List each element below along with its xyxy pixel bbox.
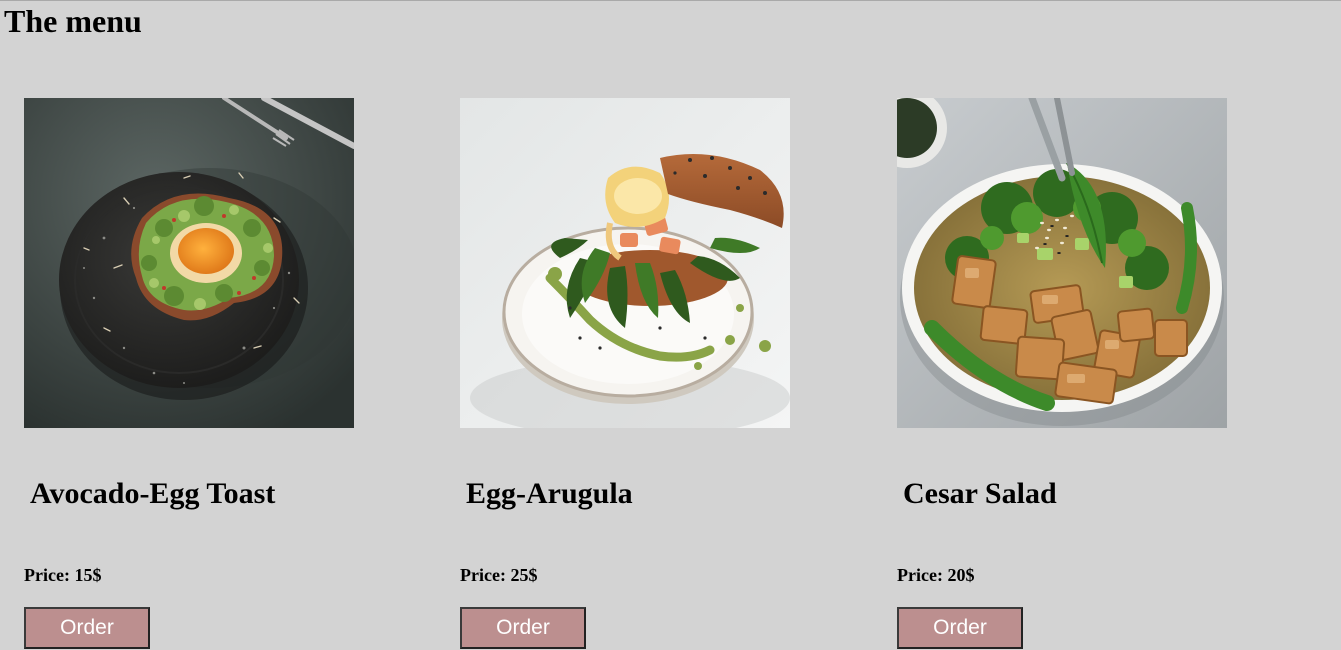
page-title: The menu: [4, 3, 142, 39]
menu-card-avocado-egg-toast: Avocado-Egg Toast Price: 15$ Order: [24, 98, 364, 650]
cesar-salad-photo: [897, 98, 1227, 428]
dish-price: Price: 15$: [24, 565, 102, 585]
order-button[interactable]: Order: [460, 607, 586, 649]
egg-arugula-photo: [460, 98, 790, 428]
menu-card-egg-arugula: Egg-Arugula Price: 25$ Order: [460, 98, 800, 650]
avocado-egg-toast-photo: [24, 98, 354, 428]
dish-name: Avocado-Egg Toast: [30, 477, 276, 510]
order-button[interactable]: Order: [897, 607, 1023, 649]
order-button[interactable]: Order: [24, 607, 150, 649]
dish-price: Price: 25$: [460, 565, 538, 585]
top-divider: [0, 0, 1341, 1]
dish-name: Egg-Arugula: [466, 477, 633, 510]
menu-card-cesar-salad: Cesar Salad Price: 20$ Order: [897, 98, 1237, 650]
dish-price: Price: 20$: [897, 565, 975, 585]
dish-name: Cesar Salad: [903, 477, 1057, 510]
